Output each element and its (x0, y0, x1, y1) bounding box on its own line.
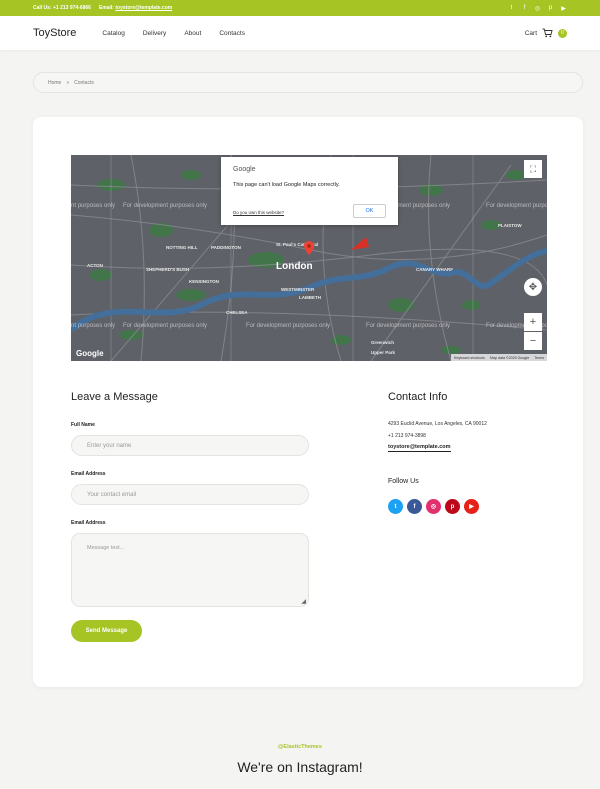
facebook-icon[interactable]: f (407, 499, 422, 514)
map-label: SHEPHERD'S BUSH (146, 267, 190, 272)
map-watermark: For development purposes only (486, 203, 547, 209)
map-attribution: Keyboard shortcuts Map data ©2025 Google… (451, 354, 547, 361)
instagram-handle[interactable]: @ElasticThemes (0, 744, 600, 750)
contact-card: For development purposes only For develo… (33, 117, 583, 687)
site-logo[interactable]: ToyStore (33, 27, 76, 39)
email-block: Email: toystore@template.com (99, 5, 172, 11)
map-label: Upper Park (371, 350, 396, 355)
google-logo: Google (76, 349, 104, 358)
dialog-own-site-link[interactable]: Do you own this website? (233, 210, 284, 215)
instagram-icon[interactable]: ◎ (534, 5, 541, 12)
youtube-icon[interactable]: ▶ (464, 499, 479, 514)
facebook-icon[interactable]: f (521, 5, 528, 12)
message-label: Email Address (71, 520, 106, 526)
terms-link[interactable]: Terms (534, 356, 544, 360)
map-watermark: For development purposes only (71, 323, 116, 329)
cart-label: Cart (524, 29, 537, 37)
dialog-ok-button[interactable]: OK (353, 204, 386, 218)
message-textarea[interactable]: Message text... ◢ (71, 533, 309, 607)
email-input[interactable]: Your contact email (71, 484, 309, 505)
follow-us-title: Follow Us (388, 478, 419, 485)
twitter-icon[interactable]: t (508, 5, 515, 12)
main-nav: Catalog Delivery About Contacts (102, 30, 245, 37)
top-bar: Call Us: +1 213 974-6866 Email: toystore… (0, 0, 600, 16)
map-pin-icon[interactable] (304, 241, 314, 255)
contact-info-title: Contact Info (388, 391, 448, 403)
dialog-message: This page can't load Google Maps correct… (233, 182, 340, 188)
map-watermark: For development purposes only (366, 323, 451, 329)
map-embed[interactable]: For development purposes only For develo… (71, 155, 547, 361)
street-view-icon[interactable]: ✥ (524, 278, 542, 296)
map-label: CANARY WHARF (416, 267, 453, 272)
youtube-icon[interactable]: ▶ (560, 5, 567, 12)
follow-socials: t f ◎ p ▶ (388, 499, 479, 514)
topbar-socials: t f ◎ p ▶ (508, 5, 567, 12)
dialog-google-brand: Google (233, 166, 256, 173)
breadcrumb-separator: » (66, 79, 70, 86)
twitter-icon[interactable]: t (388, 499, 403, 514)
call-us-text: Call Us: +1 213 974-6866 (33, 5, 91, 11)
map-label: ACTON (87, 263, 103, 268)
breadcrumb-home[interactable]: Home (48, 80, 61, 86)
full-name-label: Full Name (71, 422, 95, 428)
map-label: PLAISTOW (498, 223, 522, 228)
map-data-text: Map data ©2025 Google (489, 355, 530, 360)
cart-button[interactable]: Cart 0 (525, 28, 567, 38)
nav-about[interactable]: About (184, 30, 201, 37)
leave-message-title: Leave a Message (71, 391, 158, 403)
full-name-input[interactable]: Enter your name (71, 435, 309, 456)
nav-delivery[interactable]: Delivery (143, 30, 166, 37)
instagram-section-title: We're on Instagram! (237, 759, 363, 775)
map-watermark: For development purposes only (246, 323, 331, 329)
message-placeholder: Message text... (87, 545, 125, 551)
breadcrumb: Home » Contacts (33, 72, 583, 93)
nav-catalog[interactable]: Catalog (102, 30, 124, 37)
contact-email-link[interactable]: toystore@template.com (388, 444, 451, 452)
zoom-out-button[interactable]: − (524, 332, 542, 350)
zoom-in-button[interactable]: + (524, 313, 542, 331)
send-message-button[interactable]: Send Message (71, 620, 142, 642)
map-watermark: For development purposes only (123, 203, 208, 209)
map-label: KENSINGTON (189, 279, 219, 284)
map-label: WESTMINSTER (281, 287, 315, 292)
map-watermark: For development purposes only (123, 323, 208, 329)
email-label: Email Address (71, 471, 106, 477)
pinterest-icon[interactable]: p (547, 5, 554, 12)
contact-address: 4293 Euclid Avenue, Los Angeles, CA 9001… (388, 421, 487, 427)
map-city-label: London (276, 261, 313, 272)
nav-contacts[interactable]: Contacts (219, 30, 245, 37)
map-label: CHELSEA (226, 310, 248, 315)
contact-phone: +1 213 974-3898 (388, 433, 426, 439)
email-prefix: Email: (98, 5, 114, 11)
cart-count-badge: 0 (558, 28, 567, 38)
map-label: Greenwich (371, 340, 395, 345)
breadcrumb-current: Contacts (74, 79, 94, 86)
map-label: LAMBETH (299, 295, 321, 300)
cart-icon (542, 28, 553, 38)
topbar-email-link[interactable]: toystore@template.com (115, 5, 172, 11)
map-error-dialog: Google This page can't load Google Maps … (221, 157, 398, 225)
resize-grip-icon[interactable]: ◢ (301, 598, 306, 605)
map-label: PADDINGTON (211, 245, 241, 250)
keyboard-shortcuts-link[interactable]: Keyboard shortcuts (454, 356, 485, 360)
instagram-icon[interactable]: ◎ (426, 499, 441, 514)
pinterest-icon[interactable]: p (445, 499, 460, 514)
map-label: NOTTING HILL (166, 245, 198, 250)
map-watermark: For development purposes only (71, 203, 116, 209)
fullscreen-icon[interactable]: ⛶ (524, 160, 542, 178)
site-header: ToyStore Catalog Delivery About Contacts… (0, 16, 600, 50)
